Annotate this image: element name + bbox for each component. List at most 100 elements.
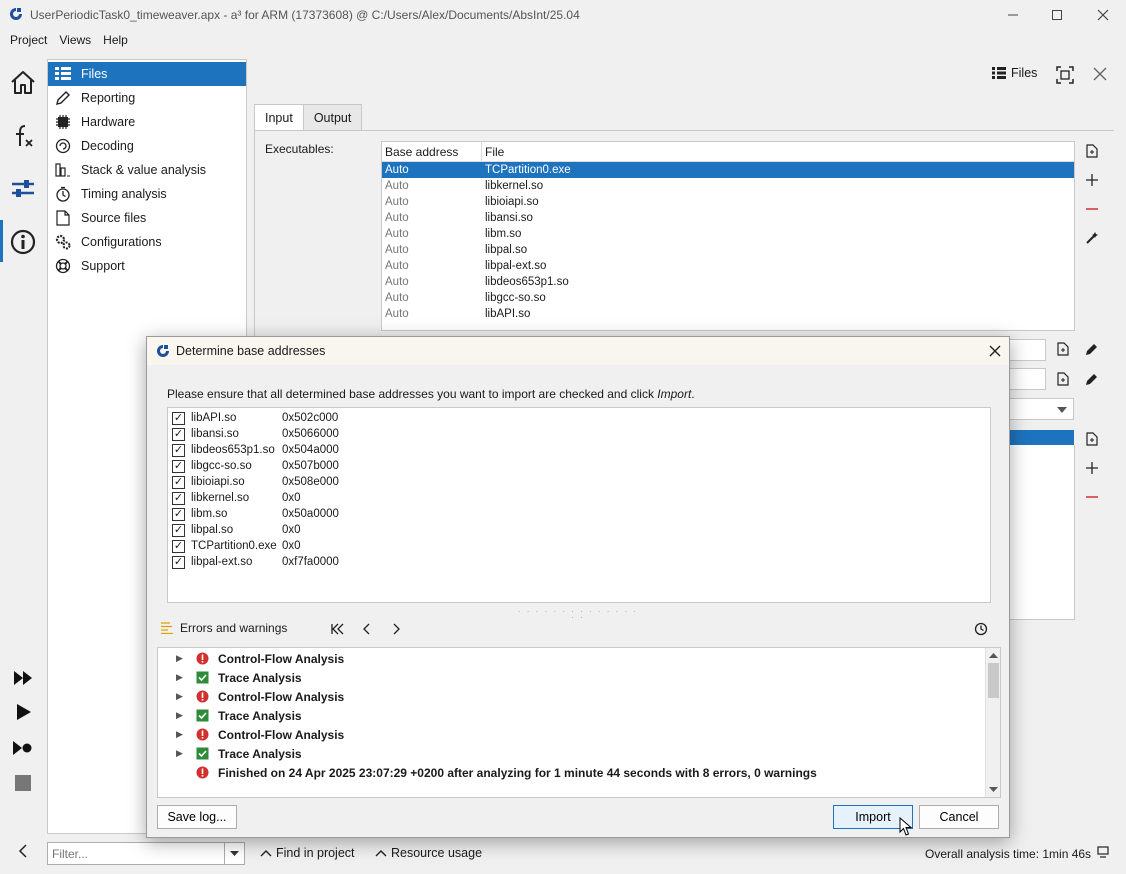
nav-item-files[interactable]: Files: [48, 62, 246, 86]
scroll-down-icon[interactable]: [987, 783, 1000, 795]
expand-arrow-icon[interactable]: ▶: [176, 729, 188, 740]
table-row[interactable]: Auto libgcc-so.so: [382, 290, 1074, 306]
nav-item-reporting[interactable]: Reporting: [48, 86, 246, 110]
include-checkbox[interactable]: ✓: [172, 491, 185, 505]
rail-info-button[interactable]: [0, 222, 46, 262]
scroll-up-icon[interactable]: [987, 650, 1000, 662]
log-row[interactable]: ▶ Trace Analysis: [158, 744, 302, 763]
monitor-icon[interactable]: [1097, 846, 1109, 858]
menu-project[interactable]: Project: [4, 30, 53, 51]
files-view-button[interactable]: Files: [992, 66, 1037, 80]
expand-arrow-icon[interactable]: ▶: [176, 710, 188, 721]
rail-settings-button[interactable]: [0, 168, 46, 208]
library-name: libpal.so: [191, 524, 234, 536]
add-row-button[interactable]: [1083, 171, 1101, 189]
maximize-button[interactable]: [1034, 0, 1080, 30]
find-in-project-toggle[interactable]: Find in project: [260, 846, 355, 860]
log-row[interactable]: ▶ Control-Flow Analysis: [158, 687, 344, 706]
include-checkbox[interactable]: ✓: [172, 411, 185, 425]
nav-item-source-files[interactable]: Source files: [48, 206, 246, 230]
include-checkbox[interactable]: ✓: [172, 427, 185, 441]
nav-item-stack-value-analysis[interactable]: Stack & value analysis: [48, 158, 246, 182]
log-row[interactable]: ▶ Trace Analysis: [158, 706, 302, 725]
table-row[interactable]: Auto libAPI.so: [382, 306, 1074, 322]
auto-detect-button[interactable]: [1083, 229, 1101, 247]
nav-item-support[interactable]: Support: [48, 254, 246, 278]
include-checkbox[interactable]: ✓: [172, 539, 185, 553]
table-row[interactable]: Auto libpal.so: [382, 242, 1074, 258]
add-file-button[interactable]: [1083, 430, 1101, 448]
save-log-button[interactable]: Save log...: [157, 805, 237, 829]
table-row[interactable]: Auto libkernel.so: [382, 178, 1074, 194]
chevron-left-icon[interactable]: [15, 843, 31, 859]
menu-views[interactable]: Views: [53, 30, 97, 51]
log-row[interactable]: ▶ Control-Flow Analysis: [158, 725, 344, 744]
log-text: Trace Analysis: [218, 708, 302, 723]
run-to-point-button[interactable]: [0, 728, 46, 768]
table-row[interactable]: Auto libioiapi.so: [382, 194, 1074, 210]
plus-icon: [1086, 174, 1098, 186]
include-checkbox[interactable]: ✓: [172, 459, 185, 473]
splitter-handle[interactable]: · · · · · · · · · · · · · · · ·: [515, 608, 641, 622]
run-button[interactable]: [0, 692, 46, 732]
resource-usage-toggle[interactable]: Resource usage: [375, 846, 482, 860]
table-row[interactable]: Auto libdeos653p1.so: [382, 274, 1074, 290]
next-error-button[interactable]: [388, 621, 404, 637]
expand-arrow-icon[interactable]: ▶: [176, 672, 188, 683]
minimize-button[interactable]: [990, 0, 1036, 30]
filter-combobox[interactable]: [47, 842, 245, 865]
include-checkbox[interactable]: ✓: [172, 475, 185, 489]
nav-item-timing-analysis[interactable]: Timing analysis: [48, 182, 246, 206]
scrollbar-thumb[interactable]: [988, 663, 999, 698]
tab-output[interactable]: Output: [302, 104, 363, 130]
log-row[interactable]: ▶ Trace Analysis: [158, 668, 302, 687]
expand-arrow-icon[interactable]: ▶: [176, 691, 188, 702]
rail-function-button[interactable]: [0, 116, 46, 156]
close-icon[interactable]: [987, 343, 1003, 359]
add-file-button[interactable]: [1083, 142, 1101, 160]
table-row[interactable]: Auto libansi.so: [382, 210, 1074, 226]
add-row-button[interactable]: [1083, 459, 1101, 477]
table-row[interactable]: Auto TCPartition0.exe: [382, 162, 1074, 178]
table-row[interactable]: Auto libm.so: [382, 226, 1074, 242]
rail-home-button[interactable]: [0, 62, 46, 102]
include-checkbox[interactable]: ✓: [172, 555, 185, 569]
function-icon: [16, 125, 33, 147]
log-row[interactable]: ▶ Control-Flow Analysis: [158, 649, 344, 668]
table-row[interactable]: Auto libpal-ext.so: [382, 258, 1074, 274]
instruction-text: Please ensure that all determined base a…: [167, 387, 658, 401]
nav-item-configurations[interactable]: Configurations: [48, 230, 246, 254]
include-checkbox[interactable]: ✓: [172, 443, 185, 457]
browse-file-button[interactable]: [1054, 370, 1072, 388]
nav-item-decoding[interactable]: Decoding: [48, 134, 246, 158]
cancel-button[interactable]: Cancel: [919, 805, 999, 829]
previous-error-button[interactable]: [359, 621, 375, 637]
column-header-base-address[interactable]: Base address: [382, 142, 482, 161]
nav-item-hardware[interactable]: Hardware: [48, 110, 246, 134]
column-header-file[interactable]: File: [482, 142, 1074, 161]
close-window-button[interactable]: [1080, 0, 1126, 30]
error-icon: [196, 728, 209, 741]
list-item: ✓ TCPartition0.exe 0x0: [172, 538, 301, 554]
log-row[interactable]: Finished on 24 Apr 2025 23:07:29 +0200 a…: [158, 763, 817, 782]
tab-input[interactable]: Input: [254, 104, 304, 131]
browse-file-button[interactable]: [1054, 340, 1072, 358]
instruction-suffix: .: [691, 387, 695, 401]
close-view-icon[interactable]: [1092, 66, 1108, 82]
history-button[interactable]: [973, 621, 989, 637]
include-checkbox[interactable]: ✓: [172, 523, 185, 537]
menu-help[interactable]: Help: [97, 30, 134, 51]
expand-arrow-icon[interactable]: ▶: [176, 748, 188, 759]
stop-button[interactable]: [0, 763, 46, 803]
filter-dropdown-button[interactable]: [224, 843, 244, 864]
remove-row-button[interactable]: [1083, 488, 1101, 506]
edit-button[interactable]: [1083, 370, 1101, 388]
edit-button[interactable]: [1083, 340, 1101, 358]
maximize-view-icon[interactable]: [1056, 66, 1074, 84]
filter-input[interactable]: [48, 846, 223, 861]
first-error-button[interactable]: [329, 621, 345, 637]
remove-row-button[interactable]: [1083, 200, 1101, 218]
include-checkbox[interactable]: ✓: [172, 507, 185, 521]
vertical-scrollbar[interactable]: [985, 648, 1000, 797]
expand-arrow-icon[interactable]: ▶: [176, 653, 188, 664]
